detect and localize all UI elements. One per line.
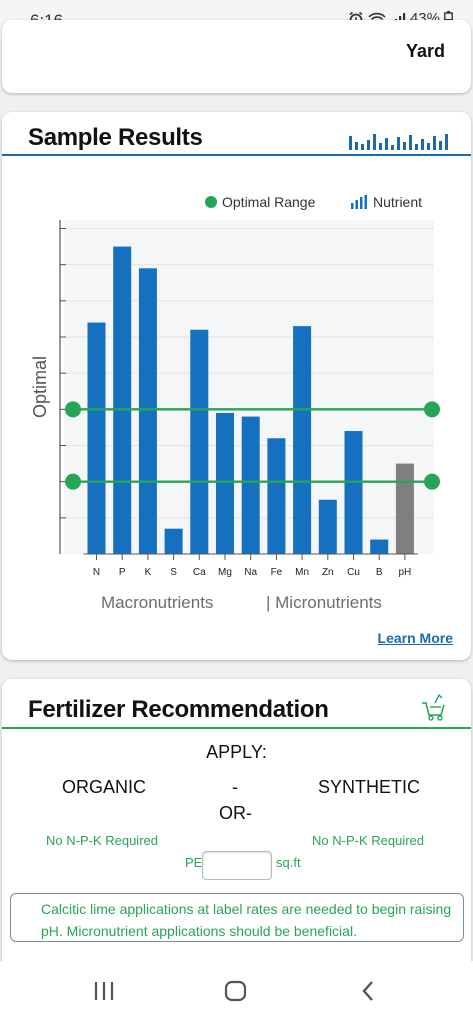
sample-results-card: Sample Results Optimal Range Nutrient Op… <box>2 112 471 660</box>
bar-s <box>164 528 183 554</box>
synthetic-npk-note: No N-P-K Required <box>312 833 424 848</box>
optimal-upper-marker-left <box>65 401 81 418</box>
chart-legend: Optimal Range Nutrient <box>2 192 471 212</box>
x-tick-label: K <box>145 567 152 578</box>
bar-b <box>370 539 389 554</box>
nutrient-bar-chart: Optimal N P K S Ca Mg Na Fe Mn Zn Cu BpH <box>30 220 440 578</box>
bar-zn <box>318 499 337 554</box>
x-tick-label: B <box>376 567 383 578</box>
separator-dash: - <box>232 777 238 797</box>
apply-heading: APPLY: <box>206 742 267 762</box>
results-divider <box>2 154 471 156</box>
optimal-upper-marker-right <box>424 401 440 418</box>
x-tick-label: Na <box>244 567 257 578</box>
optimal-dot-icon <box>205 196 217 208</box>
organic-heading: ORGANIC <box>62 777 147 797</box>
optimal-lower-marker-right <box>424 473 440 490</box>
area-input[interactable] <box>202 851 272 880</box>
x-tick-label: Zn <box>322 567 334 578</box>
fertilizer-card: Fertilizer Recommendation APPLY: ORGANIC… <box>2 679 471 979</box>
or-label: OR- <box>219 803 252 823</box>
group-labels: Macronutrients | Micronutrients <box>2 593 471 617</box>
x-tick-label: Fe <box>271 567 283 578</box>
bar-cu <box>344 431 363 554</box>
optimal-lower-marker-left <box>65 473 81 490</box>
x-tick-label: Mn <box>295 567 309 578</box>
bar-n <box>87 322 106 554</box>
x-tick-label: P <box>119 567 126 578</box>
y-axis-label: Optimal <box>30 356 50 418</box>
recent-apps-icon[interactable] <box>93 979 115 1008</box>
x-tick-label: Ca <box>193 567 206 578</box>
unit-label: sq.ft <box>276 855 301 870</box>
organic-npk-note: No N-P-K Required <box>46 833 158 848</box>
bar-ca <box>190 329 209 554</box>
bar-ph <box>395 463 414 554</box>
recommendation-note: Calcitic lime applications at label rate… <box>10 893 464 942</box>
legend-nutrient-label: Nutrient <box>373 194 423 210</box>
location-label: Yard <box>405 41 445 61</box>
synthetic-heading: SYNTHETIC <box>318 777 421 797</box>
home-icon[interactable] <box>224 979 248 1008</box>
bar-na <box>241 416 260 554</box>
x-tick-label: Mg <box>218 567 232 578</box>
x-tick-label: S <box>170 567 177 578</box>
x-tick-label: pH <box>399 567 412 578</box>
x-tick-label: N <box>93 567 100 578</box>
bar-mn <box>293 326 312 554</box>
back-icon[interactable] <box>360 979 376 1008</box>
bar-k <box>138 268 157 554</box>
legend-optimal-label: Optimal Range <box>222 194 316 210</box>
micronutrients-label: | Micronutrients <box>266 593 382 612</box>
x-tick-label: Cu <box>347 567 360 578</box>
bar-p <box>113 246 132 555</box>
learn-more-link[interactable]: Learn More <box>378 630 453 646</box>
shopping-cart-icon[interactable] <box>421 693 447 726</box>
navigation-bar <box>0 961 473 1024</box>
bar-fe <box>267 438 286 554</box>
fertilizer-divider <box>2 727 471 729</box>
fertilizer-title: Fertilizer Recommendation <box>28 696 329 723</box>
bar-chart-icon <box>349 132 453 155</box>
bar-mg <box>216 412 234 554</box>
location-card: Yard <box>2 20 471 93</box>
results-title: Sample Results <box>28 124 203 151</box>
macronutrients-label: Macronutrients <box>101 593 214 612</box>
